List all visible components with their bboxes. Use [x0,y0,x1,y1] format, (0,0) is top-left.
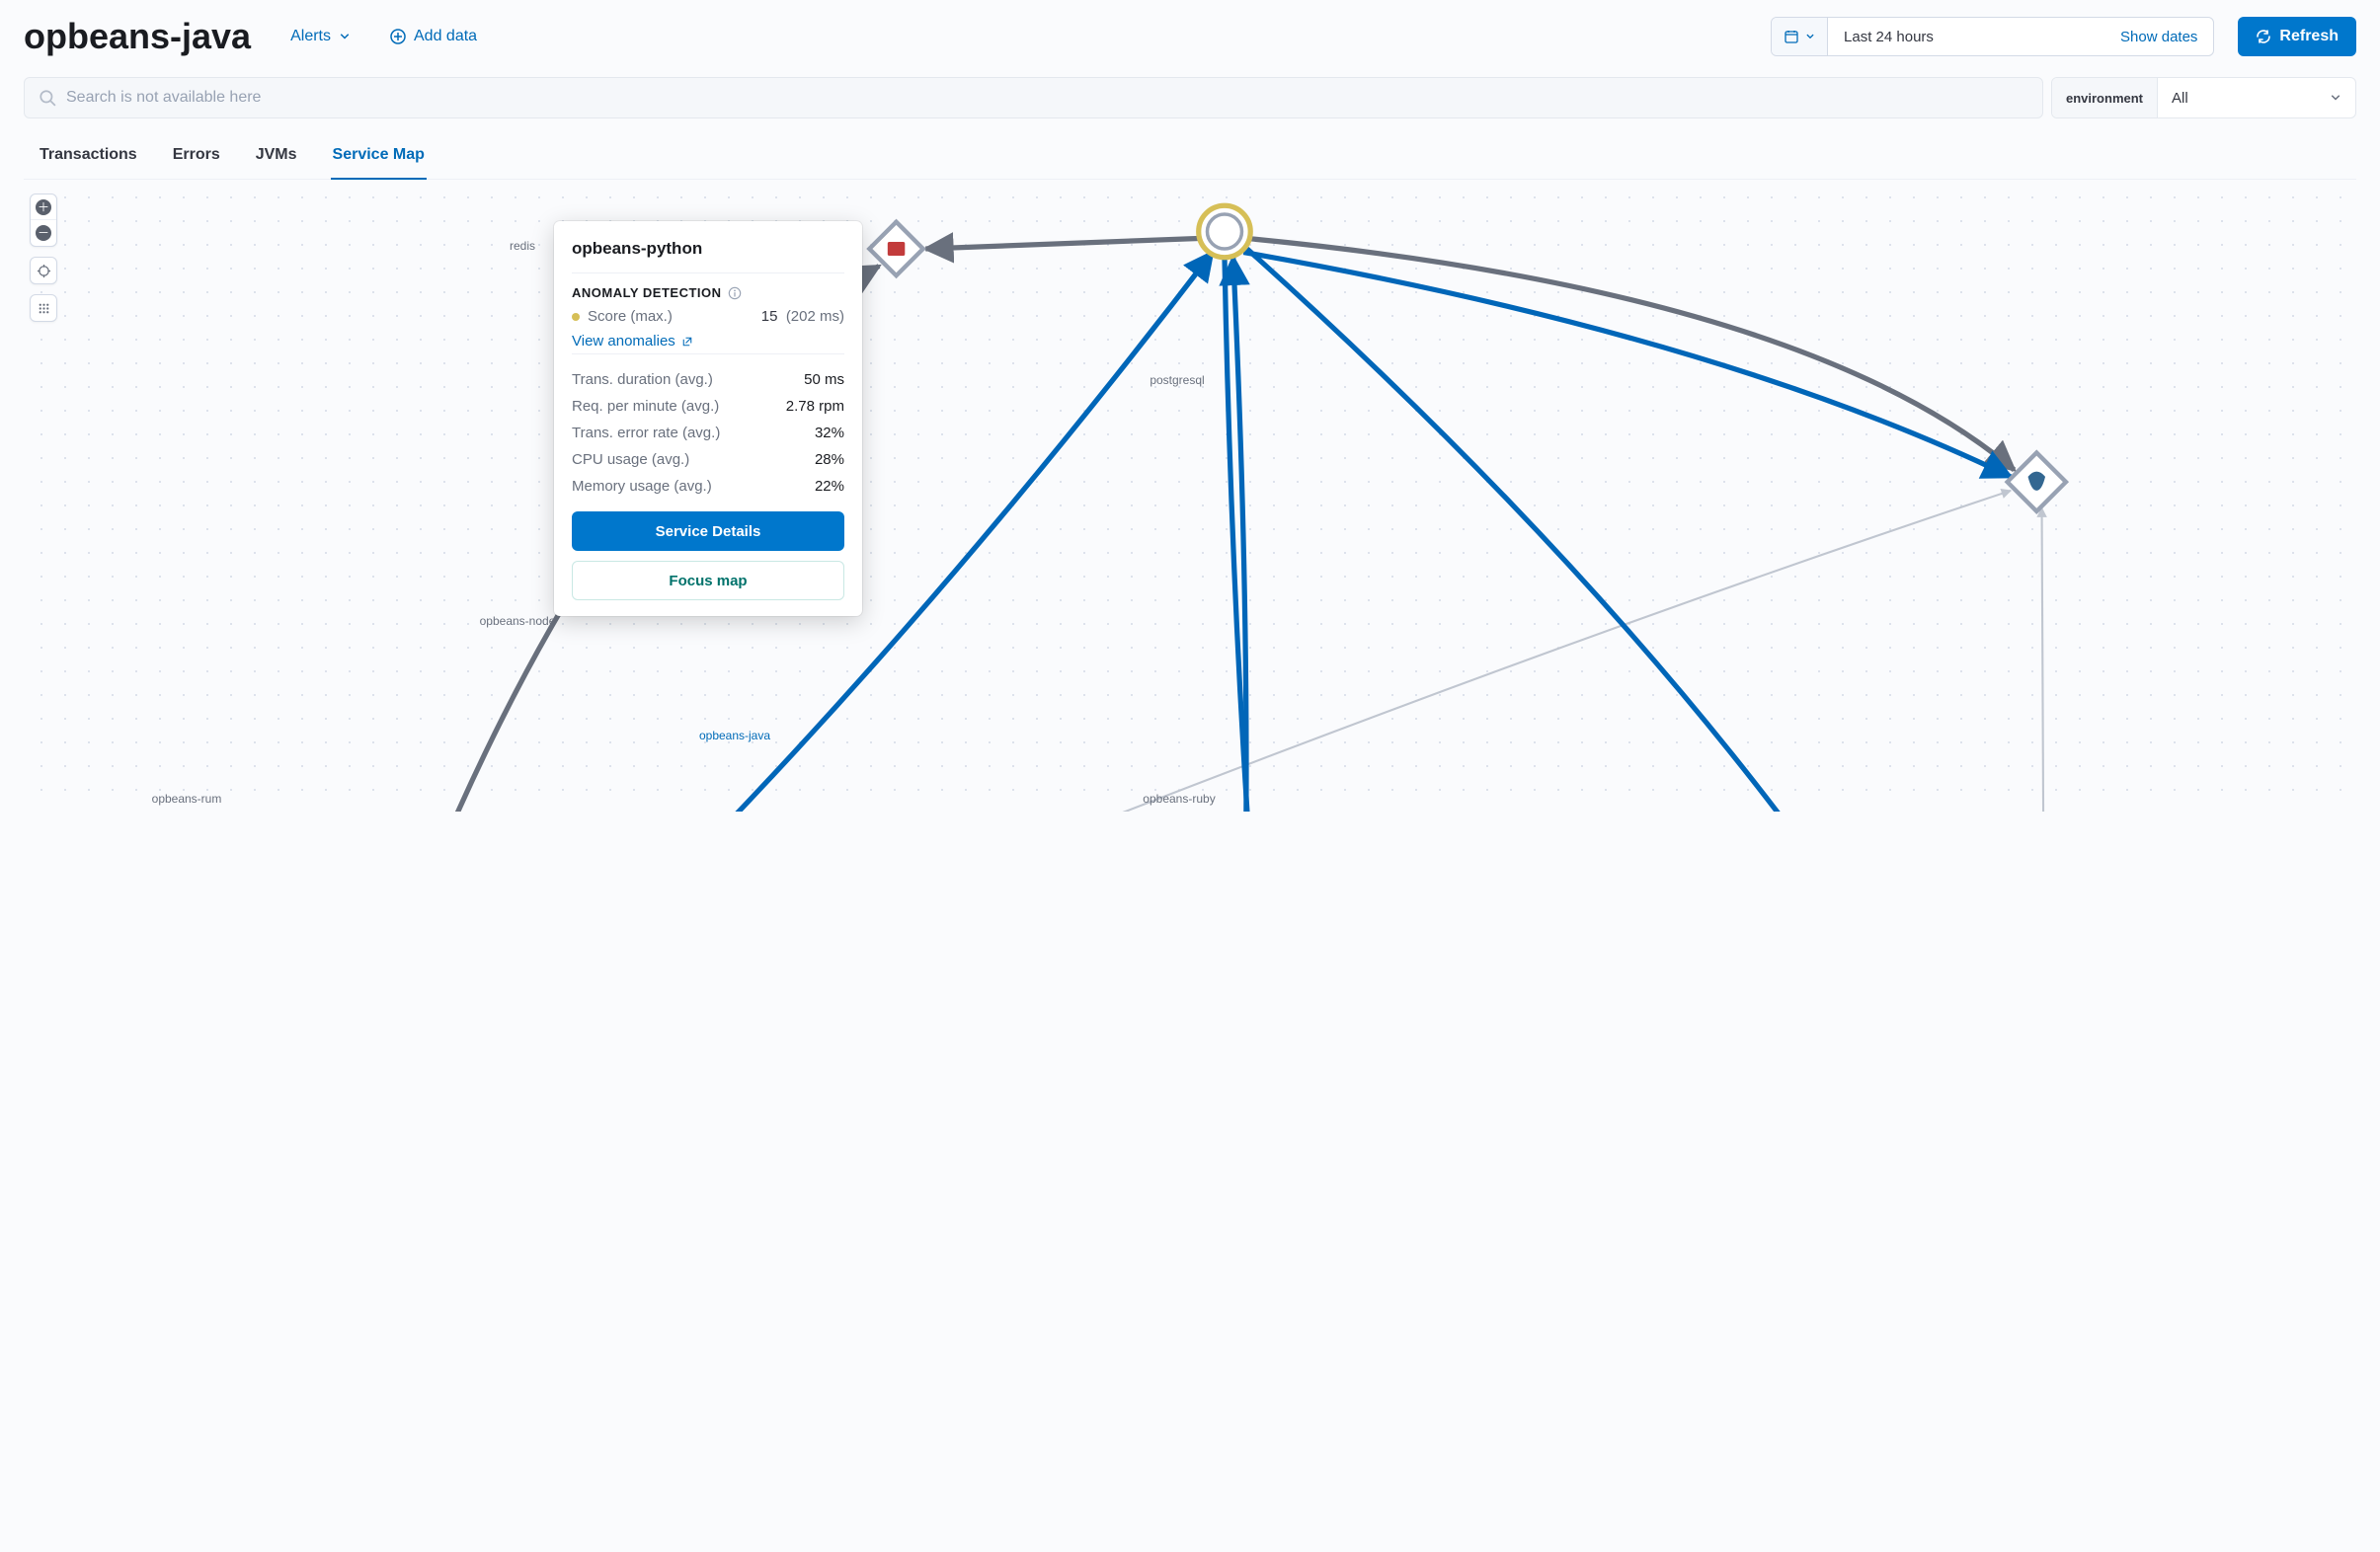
zoom-out-button[interactable]: － [31,220,56,246]
info-icon[interactable] [728,286,742,300]
metric-row: Memory usage (avg.)22% [572,473,844,500]
metric-row: Trans. error rate (avg.)32% [572,420,844,446]
calendar-icon [1784,29,1799,44]
add-data-button[interactable]: Add data [382,22,485,51]
refresh-button[interactable]: Refresh [2238,17,2356,56]
service-details-button[interactable]: Service Details [572,511,844,551]
refresh-icon [2256,29,2271,44]
search-input: Search is not available here [24,77,2043,118]
calendar-button[interactable] [1772,18,1828,55]
tab-errors[interactable]: Errors [171,136,222,180]
tab-transactions[interactable]: Transactions [38,136,139,180]
score-severity-dot [572,313,580,321]
metric-row: Trans. duration (avg.)50 ms [572,366,844,393]
zoom-in-button[interactable]: ＋ [31,194,56,220]
chevron-down-icon [1805,32,1815,41]
plus-circle-icon [390,29,406,44]
grid-icon [37,301,51,316]
service-map[interactable]: ＋ － [24,180,2356,812]
node-label-redis: redis [510,239,535,253]
service-popover: opbeans-python ANOMALY DETECTION Score (… [554,221,862,616]
popover-title: opbeans-python [572,239,844,269]
page-title: opbeans-java [24,16,251,57]
score-sub: (202 ms) [786,308,844,325]
alerts-dropdown[interactable]: Alerts [282,22,358,51]
date-range-text[interactable]: Last 24 hours [1828,18,2104,55]
environment-label: environment [2052,78,2158,117]
node-label-opbeans-java: opbeans-java [699,729,770,742]
graph-svg: JS [24,180,2356,812]
node-label-opbeans-node: opbeans-node [480,614,556,628]
search-icon [39,89,56,107]
date-range-picker: Last 24 hours Show dates [1771,17,2214,56]
show-dates-link[interactable]: Show dates [2104,18,2213,55]
node-opbeans-python[interactable] [1199,205,1250,257]
tab-service-map[interactable]: Service Map [331,136,427,180]
score-value: 15 [761,308,778,325]
grid-layout-button[interactable] [31,295,56,321]
node-postgresql[interactable] [2008,452,2066,510]
metric-row: Req. per minute (avg.)2.78 rpm [572,393,844,420]
add-data-label: Add data [414,28,477,45]
external-link-icon [681,336,693,348]
crosshair-icon [37,264,51,278]
refresh-label: Refresh [2279,28,2339,45]
node-label-opbeans-rum: opbeans-rum [152,792,222,806]
node-label-postgresql: postgresql [1150,373,1204,387]
chevron-down-icon [339,31,351,42]
node-label-opbeans-ruby: opbeans-ruby [1143,792,1215,806]
tabs: Transactions Errors JVMs Service Map [24,136,2356,180]
alerts-label: Alerts [290,28,331,45]
chevron-down-icon [2330,92,2341,104]
anomaly-section-head: ANOMALY DETECTION [572,285,722,300]
focus-map-button[interactable]: Focus map [572,561,844,600]
metric-row: CPU usage (avg.)28% [572,446,844,473]
environment-select[interactable]: All [2158,78,2355,117]
view-anomalies-link[interactable]: View anomalies [572,333,693,349]
tab-jvms[interactable]: JVMs [254,136,299,180]
score-label: Score (max.) [588,308,673,325]
search-placeholder: Search is not available here [66,89,261,107]
center-button[interactable] [31,258,56,283]
environment-value: All [2172,90,2188,107]
